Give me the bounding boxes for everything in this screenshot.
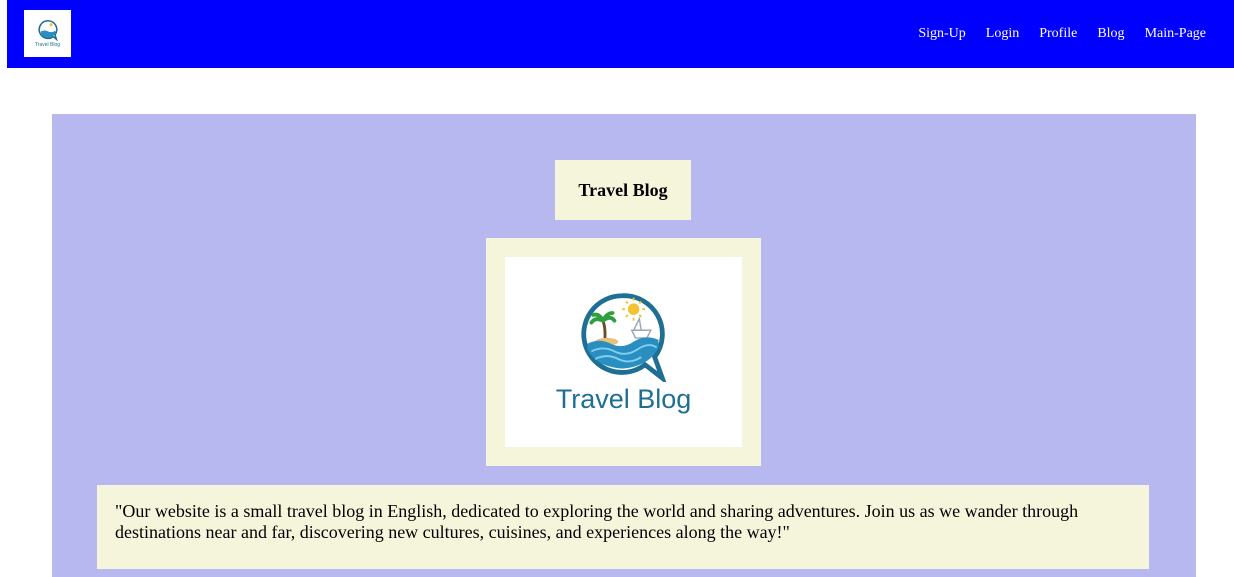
nav-link-blog[interactable]: Blog (1097, 26, 1124, 42)
nav-link-login[interactable]: Login (986, 26, 1019, 42)
nav-link-profile[interactable]: Profile (1039, 26, 1077, 42)
page-title: Travel Blog (555, 160, 691, 220)
logo-image: Travel Blog (505, 257, 742, 447)
logo-image-frame: Travel Blog (486, 238, 761, 466)
navbar: Travel Blog Sign-Up Login Profile Blog M… (7, 0, 1234, 68)
main-panel: Travel Blog Travel Blog "Our website is … (52, 114, 1196, 577)
logo-image-text: Travel Blog (555, 383, 692, 414)
site-description: "Our website is a small travel blog in E… (97, 485, 1149, 569)
nav-logo[interactable]: Travel Blog (24, 10, 71, 57)
nav-link-sign-up[interactable]: Sign-Up (918, 26, 965, 42)
nav-link-main-page[interactable]: Main-Page (1145, 26, 1206, 42)
travel-blog-logo-icon (580, 292, 666, 382)
travel-blog-logo-icon (37, 19, 58, 41)
nav-links: Sign-Up Login Profile Blog Main-Page (918, 0, 1206, 68)
nav-logo-text: Travel Blog (34, 42, 61, 48)
